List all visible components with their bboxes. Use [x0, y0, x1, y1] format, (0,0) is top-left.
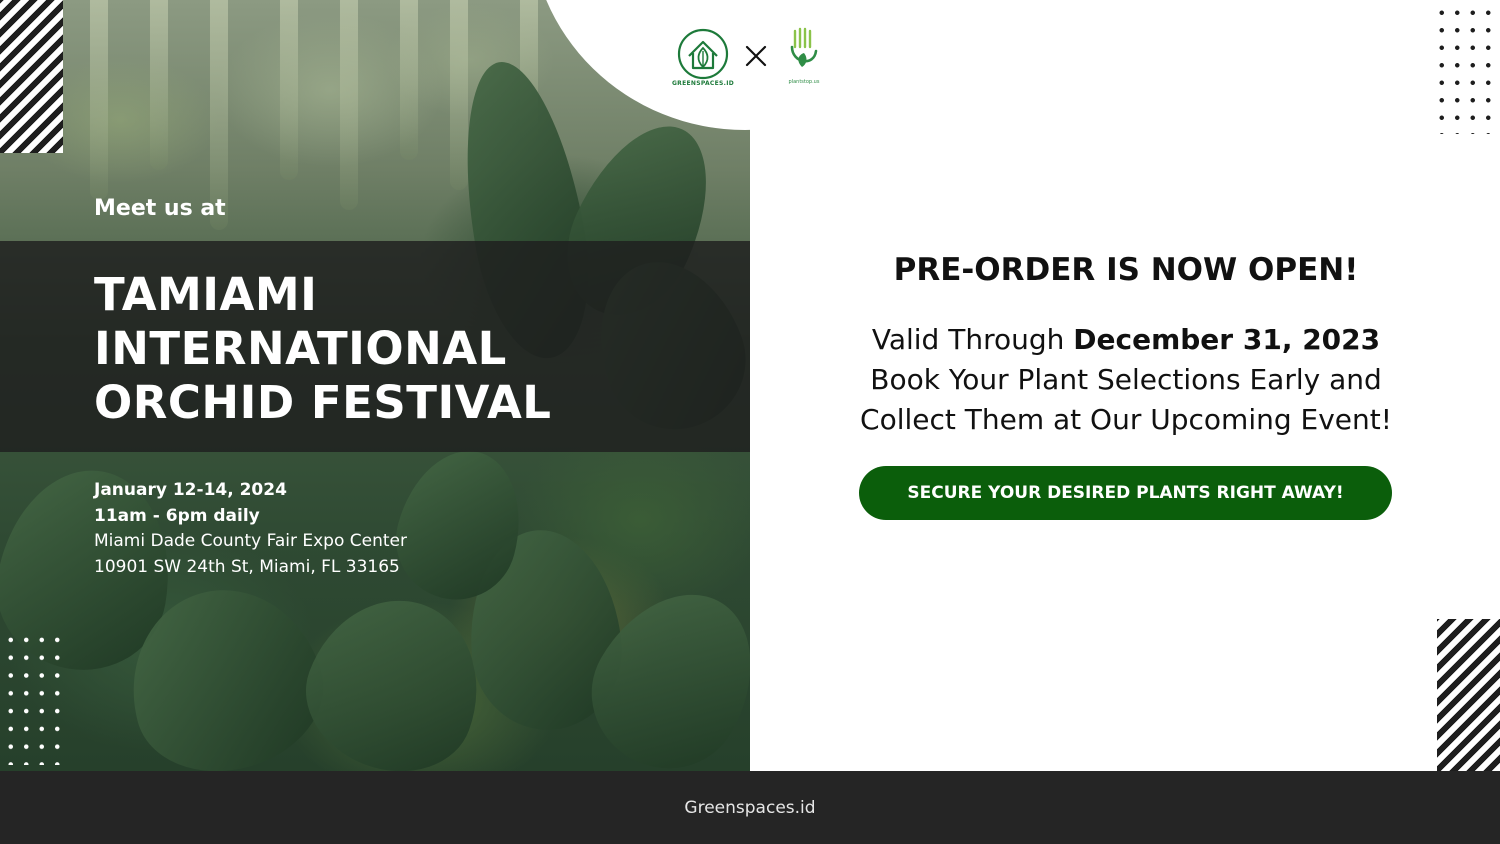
stripe-pattern [1437, 619, 1500, 771]
event-title-line: TAMIAMI [94, 268, 318, 321]
promo-line: Collect Them at Our Upcoming Event! [860, 403, 1392, 436]
plantstop-logo-text: plantstop.us [788, 79, 820, 85]
validity-prefix: Valid Through [871, 323, 1074, 356]
event-address: 10901 SW 24th St, Miami, FL 33165 [94, 556, 400, 577]
footer: Greenspaces.id [0, 771, 1500, 844]
plantstop-logo [790, 27, 818, 67]
event-dates: January 12-14, 2024 [94, 480, 287, 500]
stripe-pattern [0, 0, 63, 153]
preorder-heading: PRE-ORDER IS NOW OPEN! [893, 252, 1359, 288]
secure-plants-button[interactable]: SECURE YOUR DESIRED PLANTS RIGHT AWAY! [859, 466, 1392, 520]
footer-site-name: Greenspaces.id [684, 797, 816, 818]
event-title-line: ORCHID FESTIVAL [94, 376, 552, 429]
event-title-line: INTERNATIONAL [94, 322, 507, 375]
promo-line: Book Your Plant Selections Early and [870, 363, 1382, 396]
event-details: January 12-14, 2024 11am - 6pm daily Mia… [94, 478, 407, 580]
dot-pattern [1434, 4, 1496, 134]
validity-line: Valid Through December 31, 2023 [760, 320, 1492, 360]
dot-pattern [3, 631, 65, 765]
validity-date: December 31, 2023 [1073, 323, 1381, 356]
event-venue: Miami Dade County Fair Expo Center [94, 531, 407, 551]
event-hours: 11am - 6pm daily [94, 505, 260, 526]
close-icon [745, 45, 767, 67]
promo-description: Valid Through December 31, 2023 Book You… [760, 320, 1492, 440]
event-title: TAMIAMI INTERNATIONAL ORCHID FESTIVAL [94, 268, 734, 430]
intro-text: Meet us at [94, 196, 226, 221]
greenspaces-logo-text: GREENSPACES.ID [671, 80, 735, 87]
